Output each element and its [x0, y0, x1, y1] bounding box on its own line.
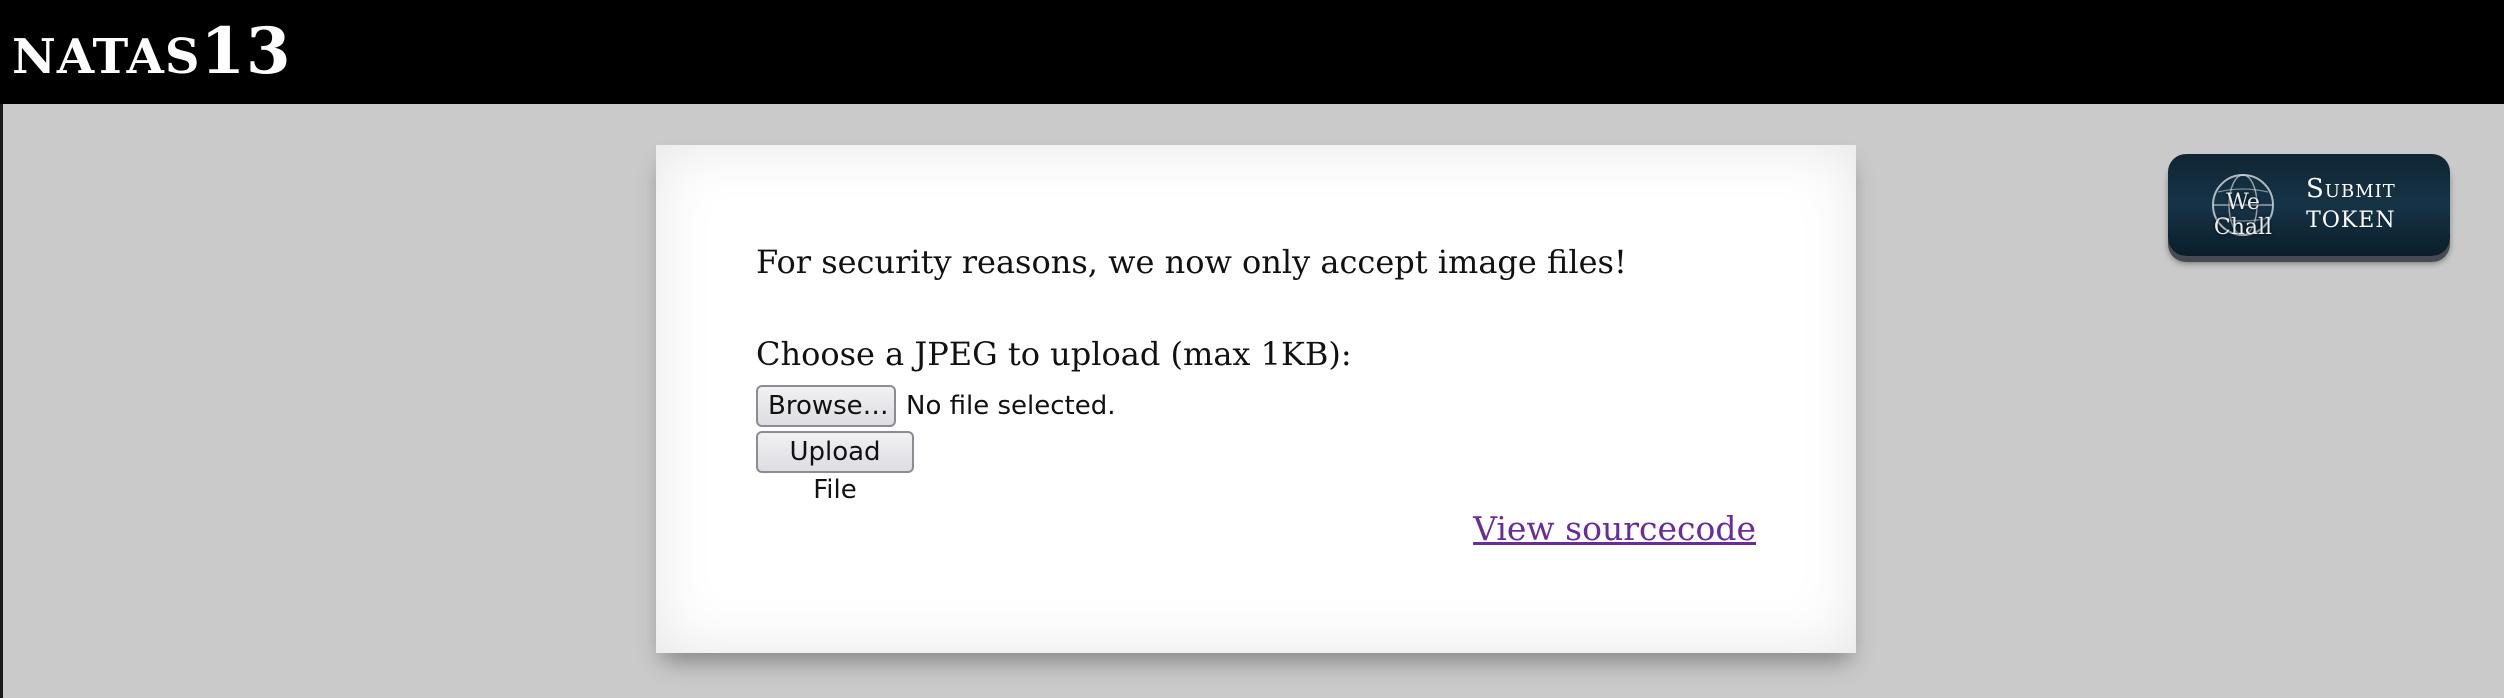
browse-button[interactable]: Browse…	[756, 385, 896, 427]
content-card: For security reasons, we now only accept…	[656, 145, 1856, 653]
submit-token-label: Submit Token	[2306, 174, 2396, 236]
left-border	[0, 104, 3, 698]
site-title-prefix: NATAS	[12, 29, 201, 85]
view-sourcecode-link[interactable]: View sourcecode	[1473, 509, 1756, 548]
file-status: No file selected.	[906, 391, 1116, 421]
wechall-brand: We Chall	[2213, 190, 2273, 240]
site-title: NATAS13	[12, 8, 292, 106]
site-title-number: 13	[200, 14, 292, 89]
file-input[interactable]: Browse… No file selected.	[756, 385, 1116, 427]
submit-token-button[interactable]: We Chall Submit Token	[2168, 154, 2450, 256]
security-notice: For security reasons, we now only accept…	[756, 243, 1627, 281]
globe-icon: We Chall	[2198, 170, 2288, 240]
header-bar: NATAS13	[0, 0, 2504, 104]
submit-token-line1: Submit	[2306, 174, 2396, 204]
upload-label: Choose a JPEG to upload (max 1KB):	[756, 335, 1352, 373]
upload-file-button[interactable]: Upload File	[756, 431, 914, 505]
submit-token-line2: Token	[2306, 208, 2396, 233]
